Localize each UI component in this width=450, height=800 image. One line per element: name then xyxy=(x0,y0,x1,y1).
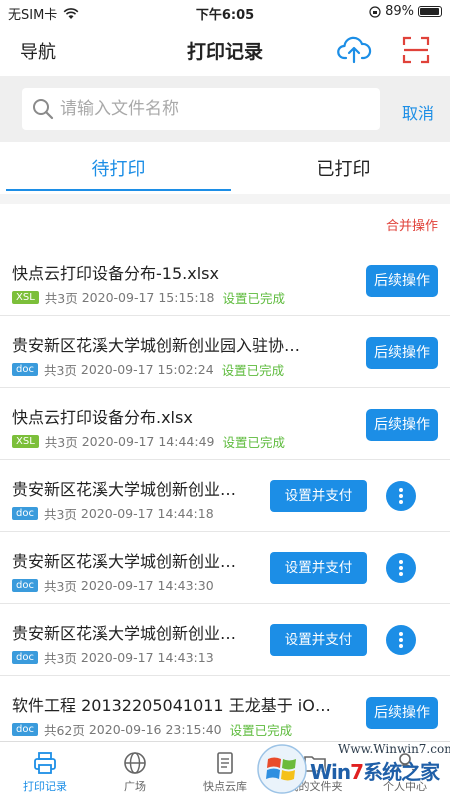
search-box[interactable] xyxy=(22,88,380,130)
page-count: 共62页 xyxy=(43,723,85,738)
status-text: 设置已完成 xyxy=(229,723,293,738)
more-options-icon[interactable] xyxy=(386,553,416,583)
tab-printed[interactable]: 已打印 xyxy=(231,155,450,181)
page-count: 共3页 xyxy=(43,579,77,594)
watermark: Www.Winwin7.com Win7系统之家 xyxy=(252,738,450,800)
cloud-upload-icon[interactable] xyxy=(336,32,372,68)
page-count: 共3页 xyxy=(43,363,77,378)
file-name: 快点云打印设备分布-15.xlsx xyxy=(12,264,219,283)
watermark-url: Www.Winwin7.com xyxy=(338,742,450,756)
file-list: 快点云打印设备分布-15.xlsx XSL 共3页 2020-09-17 15:… xyxy=(0,244,450,748)
set-and-pay-button[interactable]: 设置并支付 xyxy=(270,552,367,584)
file-date: 2020-09-17 14:44:18 xyxy=(80,506,214,521)
nav-menu-button[interactable]: 导航 xyxy=(20,38,56,64)
watermark-brand: Win7系统之家 xyxy=(310,760,440,784)
file-meta: doc 共3页 2020-09-17 15:02:24 设置已完成 xyxy=(12,360,284,379)
file-date: 2020-09-17 15:15:18 xyxy=(81,290,215,305)
file-name: 贵安新区花溪大学城创新创业… xyxy=(12,624,237,643)
battery-percent: 89% xyxy=(385,4,414,19)
file-name: 软件工程 20132205041011 王龙基于 iO… xyxy=(12,696,331,715)
file-meta: doc 共62页 2020-09-16 23:15:40 设置已完成 xyxy=(12,720,292,739)
file-meta: doc 共3页 2020-09-17 14:43:30 xyxy=(12,576,214,595)
battery-icon xyxy=(418,6,442,17)
file-date: 2020-09-16 23:15:40 xyxy=(88,722,222,737)
file-date: 2020-09-17 15:02:24 xyxy=(80,362,214,377)
list-item[interactable]: 快点云打印设备分布-15.xlsx XSL 共3页 2020-09-17 15:… xyxy=(0,244,450,316)
status-text: 设置已完成 xyxy=(221,363,285,378)
printer-icon xyxy=(34,752,56,774)
cancel-button[interactable]: 取消 xyxy=(402,100,434,124)
file-type-badge: doc xyxy=(12,579,38,592)
follow-up-button[interactable]: 后续操作 xyxy=(366,337,438,369)
merge-button[interactable]: 合并操作 xyxy=(386,215,438,234)
follow-up-button[interactable]: 后续操作 xyxy=(366,265,438,297)
file-type-badge: doc xyxy=(12,507,38,520)
file-type-badge: XSL xyxy=(12,291,39,304)
search-area: 取消 xyxy=(0,76,450,142)
file-meta: doc 共3页 2020-09-17 14:43:13 xyxy=(12,648,214,667)
document-icon xyxy=(217,752,233,774)
set-and-pay-button[interactable]: 设置并支付 xyxy=(270,480,367,512)
file-date: 2020-09-17 14:43:13 xyxy=(80,650,214,665)
orientation-lock-icon xyxy=(369,5,381,18)
list-item[interactable]: 贵安新区花溪大学城创新创业… doc 共3页 2020-09-17 14:44:… xyxy=(0,460,450,532)
nav-bar: 导航 打印记录 xyxy=(0,24,450,76)
search-input[interactable] xyxy=(60,88,370,130)
windows-logo-icon xyxy=(257,744,307,794)
file-name: 贵安新区花溪大学城创新创业… xyxy=(12,480,237,499)
file-date: 2020-09-17 14:43:30 xyxy=(80,578,214,593)
search-icon xyxy=(33,99,54,120)
file-name: 贵安新区花溪大学城创新创业… xyxy=(12,552,237,571)
status-text: 设置已完成 xyxy=(222,435,285,450)
more-options-icon[interactable] xyxy=(386,625,416,655)
status-bar: 无SIM卡 下午6:05 89% xyxy=(0,0,450,24)
tab-bar-top: 待打印 已打印 xyxy=(0,142,450,194)
file-meta: XSL 共3页 2020-09-17 14:44:49 设置已完成 xyxy=(12,432,285,451)
file-type-badge: XSL xyxy=(12,435,39,448)
more-options-icon[interactable] xyxy=(386,481,416,511)
file-type-badge: doc xyxy=(12,363,38,376)
list-item[interactable]: 贵安新区花溪大学城创新创业… doc 共3页 2020-09-17 14:43:… xyxy=(0,604,450,676)
page-title: 打印记录 xyxy=(186,41,263,63)
page-count: 共3页 xyxy=(43,651,77,666)
file-name: 贵安新区花溪大学城创新创业园入驻协… xyxy=(12,336,301,355)
page-count: 共3页 xyxy=(43,507,77,522)
merge-row: 合并操作 xyxy=(0,204,450,244)
file-type-badge: doc xyxy=(12,651,38,664)
file-type-badge: doc xyxy=(12,723,38,736)
status-text: 设置已完成 xyxy=(222,291,285,306)
follow-up-button[interactable]: 后续操作 xyxy=(366,697,438,729)
tab-label: 广场 xyxy=(124,780,146,793)
tab-square[interactable]: 广场 xyxy=(90,742,180,800)
file-date: 2020-09-17 14:44:49 xyxy=(81,434,215,449)
follow-up-button[interactable]: 后续操作 xyxy=(366,409,438,441)
globe-icon xyxy=(124,752,146,774)
tab-underline xyxy=(6,189,231,191)
tab-pending[interactable]: 待打印 xyxy=(6,155,231,181)
tab-print-records[interactable]: 打印记录 xyxy=(0,742,90,800)
list-item[interactable]: 贵安新区花溪大学城创新创业… doc 共3页 2020-09-17 14:43:… xyxy=(0,532,450,604)
scan-icon[interactable] xyxy=(400,34,432,66)
tab-label: 打印记录 xyxy=(23,780,67,793)
file-name: 快点云打印设备分布.xlsx xyxy=(12,408,193,427)
list-item[interactable]: 贵安新区花溪大学城创新创业园入驻协… doc 共3页 2020-09-17 15… xyxy=(0,316,450,388)
page-count: 共3页 xyxy=(44,435,78,450)
set-and-pay-button[interactable]: 设置并支付 xyxy=(270,624,367,656)
list-item[interactable]: 快点云打印设备分布.xlsx XSL 共3页 2020-09-17 14:44:… xyxy=(0,388,450,460)
file-meta: XSL 共3页 2020-09-17 15:15:18 设置已完成 xyxy=(12,288,285,307)
page-count: 共3页 xyxy=(44,291,78,306)
file-meta: doc 共3页 2020-09-17 14:44:18 xyxy=(12,504,214,523)
